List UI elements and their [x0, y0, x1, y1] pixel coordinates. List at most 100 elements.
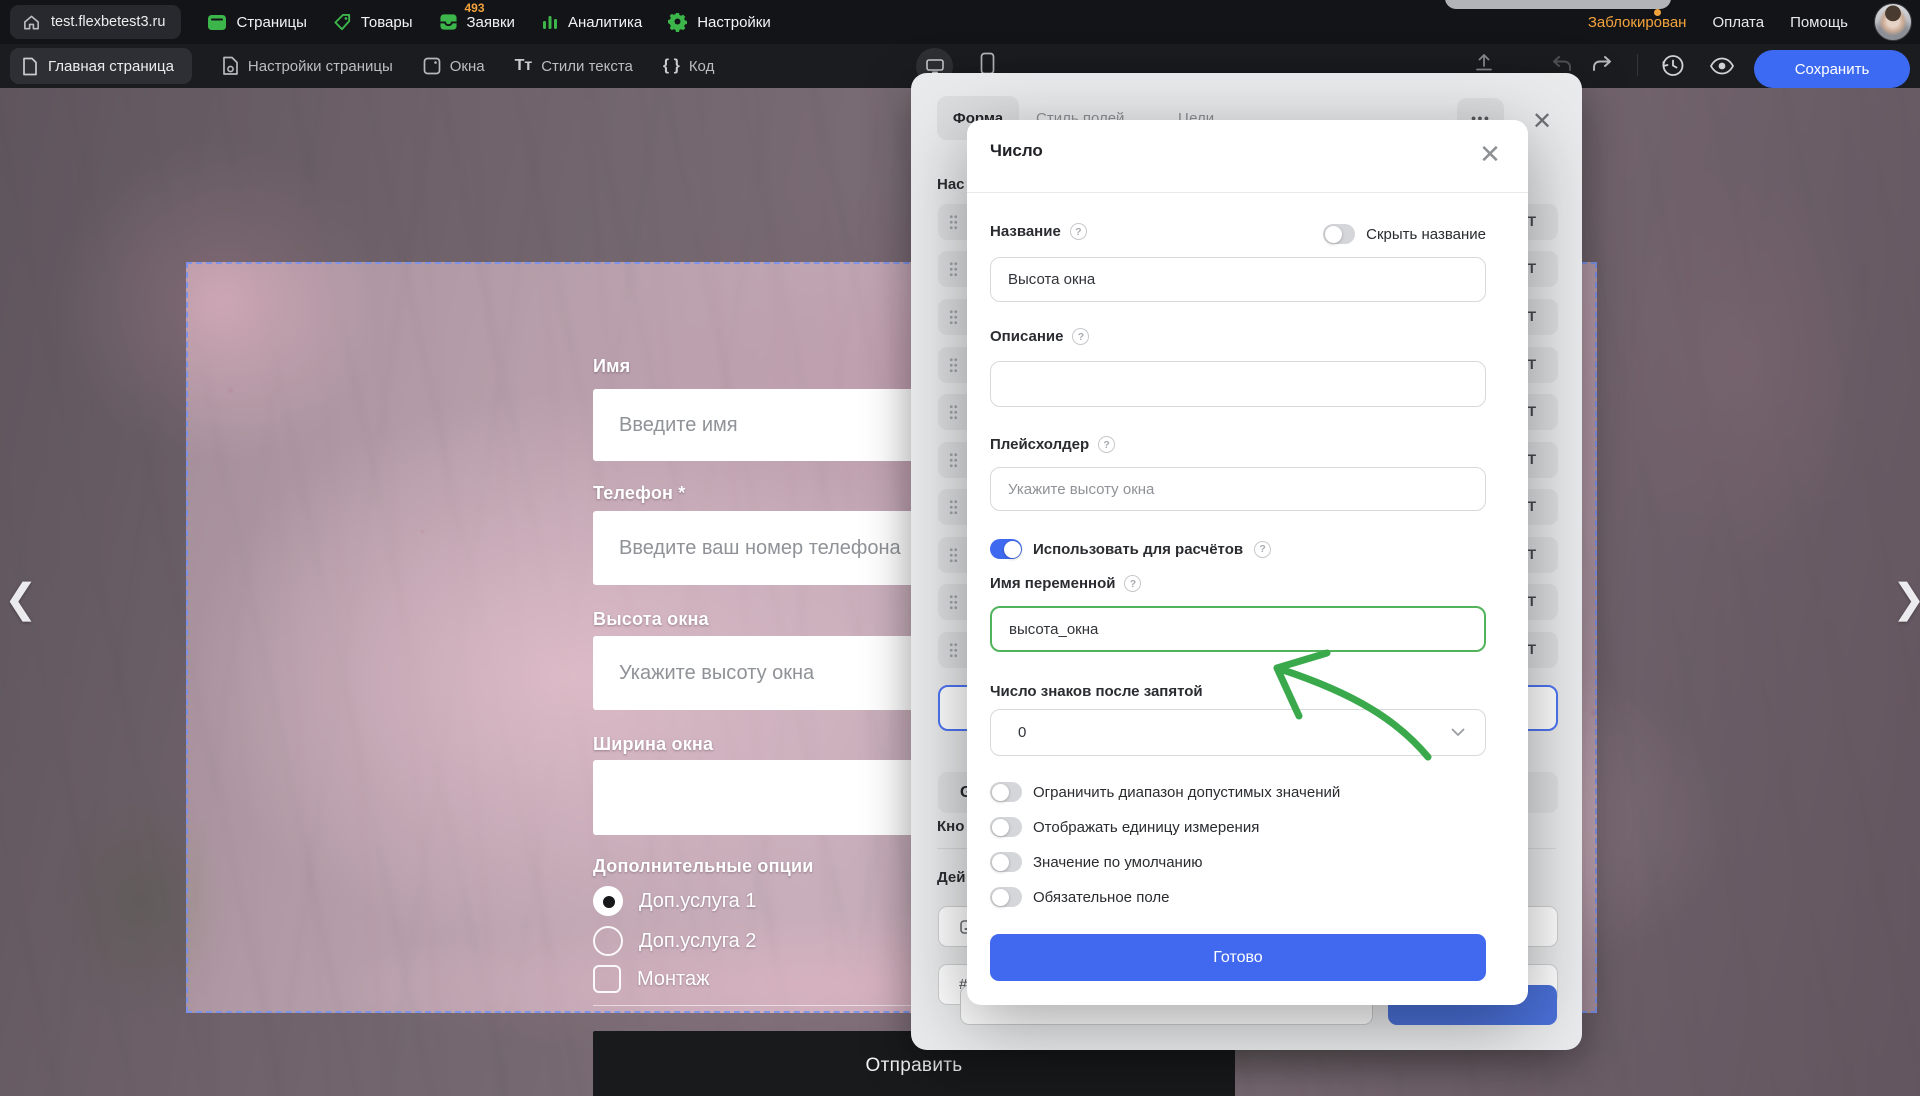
eye-icon [1709, 54, 1735, 78]
panel-action-heading: Дей [937, 869, 965, 886]
nav-settings[interactable]: Настройки [668, 12, 771, 32]
decimals-label-text: Число знаков после запятой [990, 683, 1203, 700]
toolbar-divider [1637, 54, 1638, 76]
done-button[interactable]: Готово [990, 934, 1486, 981]
nav-label: Заявки [467, 14, 515, 31]
decimals-select[interactable]: 0 [990, 709, 1486, 756]
default-value-row: Значение по умолчанию [990, 852, 1202, 872]
panel-close-button[interactable]: ✕ [1531, 111, 1553, 133]
chevron-down-icon [1451, 728, 1465, 737]
settings-gear-icon [668, 12, 688, 32]
site-home-button[interactable]: test.flexbetest3.ru [10, 5, 181, 39]
notification-dot [1654, 9, 1661, 16]
required-field-label: Обязательное поле [1033, 889, 1169, 906]
drag-handle-icon[interactable] [949, 452, 958, 468]
name-label: Название [990, 223, 1061, 240]
text-styles-button[interactable]: Tт Стили текста [515, 57, 633, 75]
description-label: Описание [990, 328, 1063, 345]
code-button[interactable]: { } Код [663, 57, 714, 75]
name-value-field[interactable] [990, 257, 1486, 302]
toolbar-label: Настройки страницы [248, 58, 393, 75]
name-value-input[interactable] [991, 258, 1485, 301]
drag-handle-icon[interactable] [949, 309, 958, 325]
show-unit-toggle[interactable] [990, 817, 1022, 837]
user-avatar[interactable] [1874, 3, 1912, 41]
nav-products[interactable]: Товары [333, 13, 413, 32]
help-icon[interactable]: ? [1070, 223, 1087, 240]
site-domain: test.flexbetest3.ru [51, 14, 165, 30]
field-type-icon: T [1527, 498, 1536, 514]
drag-handle-icon[interactable] [949, 261, 958, 277]
nav-leads[interactable]: 493 Заявки [439, 13, 515, 31]
placeholder-field[interactable] [990, 467, 1486, 511]
publish-button[interactable] [1474, 52, 1494, 72]
payment-link[interactable]: Оплата [1712, 14, 1764, 31]
number-field-modal: Число ✕ Название ? Скрыть название Описа… [967, 120, 1528, 1005]
drag-handle-icon[interactable] [949, 547, 958, 563]
field-type-icon: T [1527, 308, 1536, 324]
variable-input[interactable] [992, 608, 1484, 650]
drag-handle-icon[interactable] [949, 214, 958, 230]
drag-handle-icon[interactable] [949, 594, 958, 610]
undo-icon [1550, 54, 1574, 74]
field-type-icon: T [1527, 260, 1536, 276]
default-value-toggle[interactable] [990, 852, 1022, 872]
save-button[interactable]: Сохранить [1754, 50, 1910, 88]
placeholder-input[interactable] [991, 468, 1485, 510]
required-field-toggle[interactable] [990, 887, 1022, 907]
limit-range-row: Ограничить диапазон допустимых значений [990, 782, 1340, 802]
variable-label-row: Имя переменной ? [990, 575, 1141, 592]
decimals-value: 0 [1018, 724, 1026, 741]
description-input[interactable] [991, 362, 1485, 406]
limit-range-toggle[interactable] [990, 782, 1022, 802]
modal-close-button[interactable]: ✕ [1478, 142, 1502, 166]
modal-title: Число [990, 141, 1043, 161]
toolbar-label: Код [689, 58, 715, 75]
help-icon[interactable]: ? [1072, 328, 1089, 345]
pages-icon [207, 14, 227, 31]
drag-handle-icon[interactable] [949, 499, 958, 515]
field-type-icon: T [1527, 403, 1536, 419]
page-settings-button[interactable]: Настройки страницы [222, 56, 393, 76]
limit-range-label: Ограничить диапазон допустимых значений [1033, 784, 1340, 801]
description-field[interactable] [990, 361, 1486, 407]
windows-button[interactable]: Окна [423, 57, 485, 75]
description-label-row: Описание ? [990, 328, 1089, 345]
phone-icon [980, 52, 995, 75]
calc-toggle[interactable] [990, 539, 1022, 559]
show-unit-label: Отображать единицу измерения [1033, 819, 1259, 836]
mobile-view-button[interactable] [980, 52, 995, 75]
name-label-row: Название ? [990, 223, 1087, 240]
desktop-icon [926, 59, 944, 74]
field-type-icon: T [1527, 641, 1536, 657]
variable-field[interactable] [990, 606, 1486, 652]
drag-handle-icon[interactable] [949, 404, 958, 420]
dim-overlay [0, 262, 186, 1013]
nav-label: Товары [361, 14, 413, 31]
help-link[interactable]: Помощь [1790, 14, 1848, 31]
carousel-prev-icon[interactable]: ❮ [4, 576, 38, 622]
field-type-icon: T [1527, 546, 1536, 562]
hide-name-toggle[interactable] [1323, 224, 1355, 244]
redo-button[interactable] [1590, 54, 1614, 74]
undo-button[interactable] [1550, 54, 1574, 74]
carousel-next-icon[interactable]: ❯ [1892, 576, 1920, 622]
nav-pages[interactable]: Страницы [207, 14, 306, 31]
hide-name-group: Скрыть название [1323, 224, 1486, 244]
preview-button[interactable] [1709, 54, 1735, 78]
calc-label: Использовать для расчётов [1033, 541, 1243, 558]
current-page-button[interactable]: Главная страница [10, 48, 192, 84]
help-icon[interactable]: ? [1124, 575, 1141, 592]
nav-label: Страницы [236, 14, 306, 31]
nav-label: Настройки [697, 14, 771, 31]
history-button[interactable] [1660, 53, 1685, 78]
drag-handle-icon[interactable] [949, 642, 958, 658]
editor-screen: Имя Телефон * Высота окна Ширина окна До… [0, 0, 1920, 1096]
field-type-icon: T [1527, 593, 1536, 609]
help-icon[interactable]: ? [1254, 541, 1271, 558]
nav-analytics[interactable]: Аналитика [541, 13, 642, 31]
help-icon[interactable]: ? [1098, 436, 1115, 453]
drag-handle-icon[interactable] [949, 357, 958, 373]
blocked-status[interactable]: Заблокирован [1588, 14, 1687, 31]
analytics-icon [541, 13, 559, 31]
